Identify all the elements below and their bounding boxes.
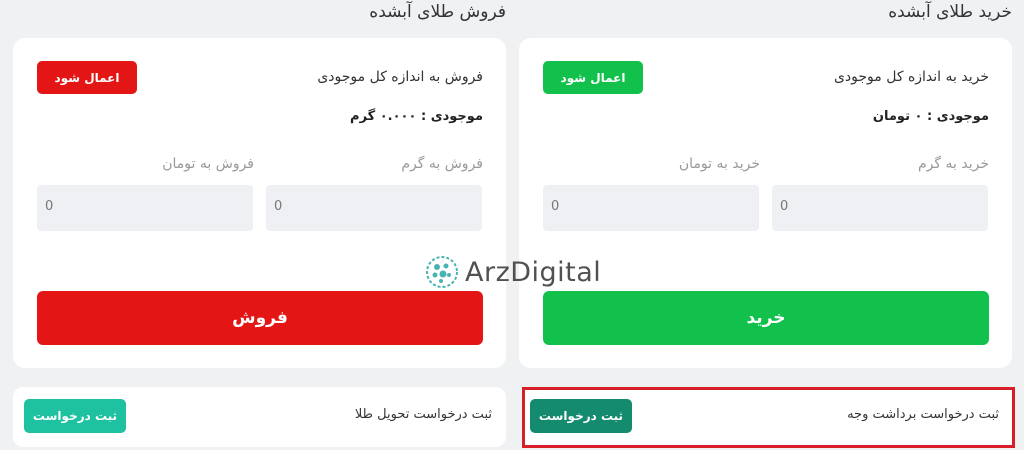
arzdigital-logo-icon	[426, 256, 458, 288]
delivery-request-card: ثبت درخواست ثبت درخواست تحویل طلا	[13, 387, 506, 447]
buy-gram-input[interactable]: 0	[772, 185, 988, 231]
sell-apply-button[interactable]: اعمال شود	[37, 61, 137, 94]
arzdigital-watermark: ArzDigital	[425, 255, 601, 289]
buy-gram-label: خرید به گرم	[918, 156, 989, 172]
buy-section-title: خرید طلای آبشده	[888, 2, 1012, 22]
sell-gram-value: 0	[274, 199, 283, 214]
sell-toman-input[interactable]: 0	[37, 185, 253, 231]
buy-toman-value: 0	[551, 199, 560, 214]
buy-all-title: خرید به اندازه کل موجودی	[833, 69, 989, 85]
buy-gram-value: 0	[780, 199, 789, 214]
buy-card: اعمال شود خرید به اندازه کل موجودی موجود…	[519, 38, 1012, 368]
withdraw-highlight-frame	[522, 387, 1015, 448]
sell-toman-label: فروش به تومان	[162, 156, 254, 172]
sell-toman-value: 0	[45, 199, 54, 214]
sell-card: اعمال شود فروش به اندازه کل موجودی موجود…	[13, 38, 506, 368]
buy-toman-input[interactable]: 0	[543, 185, 759, 231]
sell-all-title: فروش به اندازه کل موجودی	[317, 69, 483, 85]
delivery-request-button[interactable]: ثبت درخواست	[24, 399, 126, 433]
buy-button[interactable]: خرید	[543, 291, 989, 345]
sell-button[interactable]: فروش	[37, 291, 483, 345]
sell-balance: موجودی : ۰.۰۰۰ گرم	[350, 109, 483, 124]
buy-toman-label: خرید به تومان	[678, 156, 760, 172]
delivery-request-text: ثبت درخواست تحویل طلا	[354, 407, 492, 422]
sell-gram-input[interactable]: 0	[266, 185, 482, 231]
sell-gram-label: فروش به گرم	[401, 156, 483, 172]
sell-section-title: فروش طلای آبشده	[369, 2, 506, 22]
buy-apply-button[interactable]: اعمال شود	[543, 61, 643, 94]
watermark-text: ArzDigital	[465, 256, 602, 288]
buy-balance: موجودی : ۰ تومان	[872, 109, 989, 124]
